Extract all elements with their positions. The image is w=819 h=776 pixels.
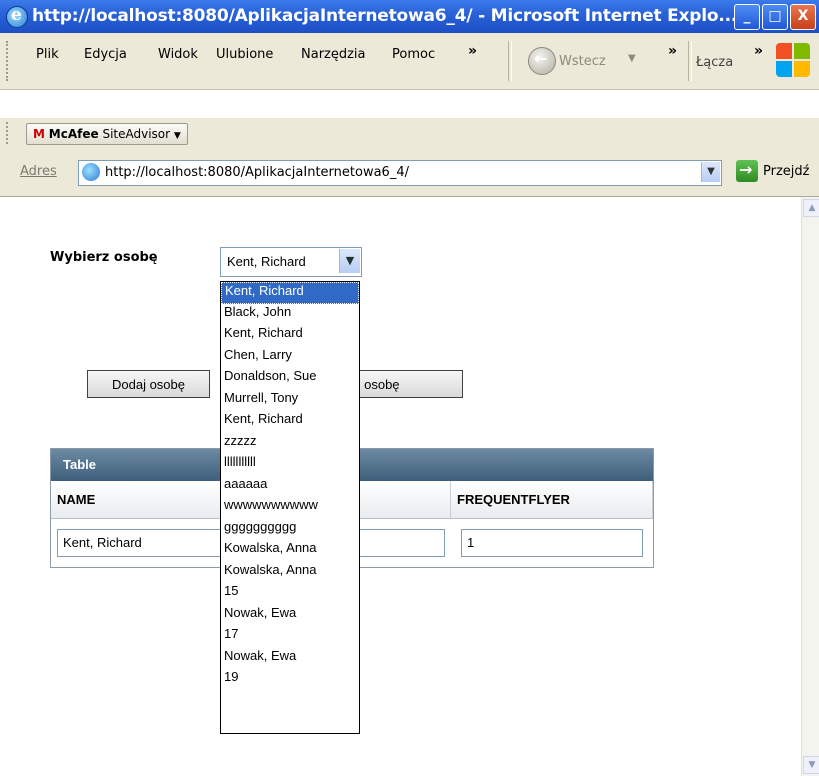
scroll-up-icon[interactable]: ▲ xyxy=(803,199,819,217)
dropdown-option[interactable]: Murrell, Tony xyxy=(221,390,359,412)
ie-icon xyxy=(6,5,28,28)
dropdown-option[interactable]: gggggggggg xyxy=(221,519,359,541)
toolbar-chevron[interactable]: » xyxy=(668,43,677,59)
links-chevron[interactable]: » xyxy=(754,43,763,59)
menu-plik[interactable]: Plik xyxy=(36,47,59,62)
address-url[interactable]: http://localhost:8080/AplikacjaInterneto… xyxy=(105,165,409,180)
menu-pomoc[interactable]: Pomoc xyxy=(392,47,435,62)
page-icon xyxy=(82,163,100,181)
mcafee-toolbar: M McAfee SiteAdvisor ▼ xyxy=(0,118,819,149)
table-title: Table xyxy=(63,457,96,472)
mcafee-brand: McAfee xyxy=(48,127,99,141)
maximize-button[interactable]: □ xyxy=(762,4,788,30)
dropdown-option[interactable]: Donaldson, Sue xyxy=(221,368,359,390)
separator xyxy=(688,41,692,81)
window-title: http://localhost:8080/AplikacjaInterneto… xyxy=(32,6,738,26)
dropdown-option[interactable]: Black, John xyxy=(221,304,359,326)
dropdown-option[interactable]: 19 xyxy=(221,669,359,691)
toolbar-grip xyxy=(6,41,11,81)
address-field[interactable]: http://localhost:8080/AplikacjaInterneto… xyxy=(78,160,722,186)
minimize-button[interactable]: _ xyxy=(734,4,760,30)
add-person-button[interactable]: Dodaj osobę xyxy=(87,370,210,398)
dropdown-option[interactable]: zzzzz xyxy=(221,433,359,455)
dropdown-option[interactable]: Nowak, Ewa xyxy=(221,648,359,670)
dropdown-option[interactable]: Kent, Richard xyxy=(221,411,359,433)
mcafee-siteadvisor-button[interactable]: M McAfee SiteAdvisor ▼ xyxy=(26,123,188,145)
column-header-name-label: NAME xyxy=(57,492,96,507)
chevron-down-icon[interactable]: ▼ xyxy=(339,249,360,273)
dropdown-option[interactable]: Kowalska, Anna xyxy=(221,540,359,562)
chevron-down-icon: ▼ xyxy=(173,131,181,141)
mcafee-logo-icon: M xyxy=(33,127,45,141)
back-arrow-icon[interactable] xyxy=(528,47,556,75)
address-label: Adres xyxy=(20,164,57,179)
vertical-scrollbar[interactable]: ▲ ▼ xyxy=(801,197,819,776)
dropdown-option[interactable]: 17 xyxy=(221,626,359,648)
go-arrow-icon[interactable] xyxy=(736,160,758,182)
frequentflyer-cell-input[interactable]: 1 xyxy=(461,529,643,557)
title-bar: http://localhost:8080/AplikacjaInterneto… xyxy=(0,0,819,33)
menu-widok[interactable]: Widok xyxy=(158,47,198,62)
close-button[interactable]: X xyxy=(790,4,816,30)
toolbar-grip xyxy=(6,122,11,144)
person-select-value[interactable]: Kent, Richard xyxy=(227,254,306,269)
person-dropdown-list[interactable]: Kent, Richard Black, John Kent, Richard Che… xyxy=(220,281,360,734)
person-select-label: Wybierz osobę xyxy=(50,250,158,265)
dropdown-option[interactable]: Kowalska, Anna xyxy=(221,562,359,584)
dropdown-option[interactable]: aaaaaa xyxy=(221,476,359,498)
dropdown-option[interactable]: 15 xyxy=(221,583,359,605)
column-header-frequentflyer-label: FREQUENTFLYER xyxy=(457,492,570,507)
dropdown-option[interactable]: Kent, Richard xyxy=(221,325,359,347)
menu-bar: Plik Edycja Widok Ulubione Narzędzia Pom… xyxy=(0,33,819,90)
back-button-label[interactable]: Wstecz xyxy=(559,54,606,69)
separator xyxy=(508,41,512,81)
dropdown-option[interactable]: Kent, Richard xyxy=(221,282,359,304)
dropdown-option[interactable]: lllllllllll xyxy=(221,454,359,476)
dropdown-option[interactable]: wwwwwwwwww xyxy=(221,497,359,519)
scroll-down-icon[interactable]: ▼ xyxy=(803,756,819,774)
column-header-frequentflyer[interactable]: FREQUENTFLYER xyxy=(451,481,653,519)
dropdown-option[interactable]: Chen, Larry xyxy=(221,347,359,369)
mcafee-product: SiteAdvisor xyxy=(102,127,171,141)
dropdown-option[interactable]: Nowak, Ewa xyxy=(221,605,359,627)
go-button-label[interactable]: Przejdź xyxy=(763,164,809,179)
menu-ulubione[interactable]: Ulubione xyxy=(216,47,273,62)
windows-logo-icon xyxy=(776,43,812,79)
chevron-down-icon[interactable]: ▼ xyxy=(701,162,720,182)
back-dropdown-icon[interactable]: ▼ xyxy=(628,53,636,64)
links-label[interactable]: Łącza xyxy=(696,55,733,70)
menu-edycja[interactable]: Edycja xyxy=(84,47,127,62)
menu-chevron[interactable]: » xyxy=(468,43,477,59)
person-select[interactable]: Kent, Richard ▼ xyxy=(220,247,362,277)
menu-narzedzia[interactable]: Narzędzia xyxy=(301,47,366,62)
address-bar: Adres http://localhost:8080/AplikacjaInt… xyxy=(0,148,819,197)
